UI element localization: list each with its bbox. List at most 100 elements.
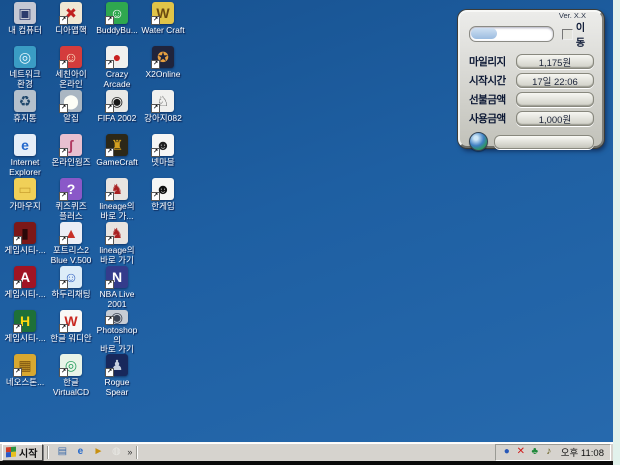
member-id-combobox[interactable] (469, 26, 554, 42)
shortcut-arrow-icon: ↗ (59, 60, 68, 69)
desktop-icon-label: FIFA 2002 (97, 113, 137, 123)
desktop-icon-crazy-arcade[interactable]: ● ↗ Crazy Arcade (94, 46, 140, 90)
shortcut-arrow-icon: ↗ (59, 368, 68, 377)
move-checkbox-group[interactable]: 이동 (561, 19, 594, 49)
desktop-icon-neostone[interactable]: ▦ ↗ 네오스톤... (2, 354, 48, 398)
desktop-icon-my-computer[interactable]: ▣ 내 컴퓨터 (2, 2, 48, 46)
move-checkbox[interactable] (561, 28, 573, 40)
desktop-icon-label: 가마우지 (9, 201, 41, 211)
recycle-bin-icon: ♻ (14, 90, 36, 112)
panel-action-button[interactable] (494, 134, 594, 149)
quick-launch-bar: ▤ e ► ◍ (53, 445, 125, 459)
desktop-icon-grid: ▣ 내 컴퓨터 ✖ ↗ 디아맵핵 ☺ ↗ BuddyBu... W ↗ Water Craft ◎ 네트… (2, 2, 188, 398)
volume-tray-icon[interactable]: ♪ (543, 446, 555, 458)
shortcut-arrow-icon: ↗ (151, 104, 160, 113)
desktop-icon-internet-explorer[interactable]: e Internet Explorer (2, 134, 48, 178)
hangul-wordian-icon: W ↗ (59, 310, 82, 333)
desktop-icon-buddybuddy[interactable]: ☺ ↗ BuddyBu... (94, 2, 140, 46)
rogue-spear-icon: ♟ ↗ (105, 354, 128, 377)
desktop-icon-label: NBA Live 2001 (99, 289, 135, 309)
desktop-icon-label: 알집 (63, 113, 79, 123)
desktop-icon-label: 하두리채팅 (51, 289, 91, 299)
desktop-icon-netmarble[interactable]: ☻ ↗ 넷마블 (140, 134, 186, 178)
desktop-icon-sechinai-online[interactable]: ☺ ↗ 세친아이 온라인 (48, 46, 94, 90)
internet-explorer-icon[interactable]: e (73, 445, 87, 459)
messenger-tray-icon[interactable]: ♣ (529, 446, 541, 458)
shortcut-arrow-icon: ↗ (105, 148, 114, 157)
desktop-icon-recycle-bin[interactable]: ♻ 휴지통 (2, 90, 48, 134)
desktop-icon-lineage-shortcut-2[interactable]: ♞ ↗ lineage의 바로 가기 (94, 222, 140, 266)
buddybuddy-icon: ☺ ↗ (105, 2, 128, 25)
desktop-icon-hangul-wordian[interactable]: W ↗ 한글 워디안 (48, 310, 94, 354)
desktop-icon-alzip[interactable]: ⬤ ↗ 알집 (48, 90, 94, 134)
my-computer-icon: ▣ (14, 2, 36, 24)
lineage-shortcut-2-icon: ♞ ↗ (105, 222, 128, 245)
desktop-icon-lineage-shortcut[interactable]: ♞ ↗ lineage의 바로 가... (94, 178, 140, 222)
desktop-icon-dog-082[interactable]: ♘ ↗ 강아지082 (140, 90, 186, 134)
desktop-icon-gamecity-3[interactable]: H ↗ 게임시티-... (2, 310, 48, 354)
network-neighborhood-icon: ◎ (14, 46, 36, 68)
desktop-icon-online-worms[interactable]: ʃ ↗ 온라인웜즈 (48, 134, 94, 178)
desktop-icon-dia-maphack[interactable]: ✖ ↗ 디아맵핵 (48, 2, 94, 46)
gamecraft-icon: ♜ ↗ (105, 134, 128, 157)
shortcut-arrow-icon: ↗ (59, 192, 68, 201)
internet-explorer-icon: e (14, 134, 36, 156)
system-tray: ● ✕ ♣ ♪ 오후 11:08 (494, 443, 611, 461)
panel-row-label-2: 선불금액 (469, 94, 506, 106)
desktop-icon-label: 넷마블 (151, 157, 175, 167)
shortcut-arrow-icon: ↗ (59, 280, 68, 289)
windows-flag-icon (6, 446, 16, 458)
desktop-icon-gamecity-2[interactable]: A ↗ 게임시티-... (2, 266, 48, 310)
taskbar: 시작 ▤ e ► ◍ » ● ✕ ♣ ♪ 오후 11:08 (0, 442, 613, 461)
start-button[interactable]: 시작 (2, 443, 44, 461)
media-player-icon[interactable]: ► (91, 445, 105, 459)
desktop-icon-fifa-2002[interactable]: ◉ ↗ FIFA 2002 (94, 90, 140, 134)
desktop-icon-label: 게임시티-... (4, 289, 46, 299)
quicklaunch-overflow-chevron[interactable]: » (127, 447, 132, 457)
billing-panel: Ver. X.X 이동 마일리지 1,175원 시작시간 17일 22:06 선불금액 사… (458, 10, 604, 151)
fortress2-blue-icon: ▲ ↗ (59, 222, 82, 245)
shortcut-arrow-icon: ↗ (151, 16, 160, 25)
desktop-icon-label: lineage의 바로 가기 (99, 245, 135, 265)
shortcut-arrow-icon: ↗ (13, 236, 22, 245)
desktop-icon-gamecity-1[interactable]: ▮ ↗ 게임시티-... (2, 222, 48, 266)
desktop-icon-hangul-virtualcd[interactable]: ◎ ↗ 한글 VirtualCD (48, 354, 94, 398)
desktop-icon-hangame[interactable]: ☻ ↗ 한게임 (140, 178, 186, 222)
shortcut-arrow-icon: ↗ (13, 324, 22, 333)
fifa-2002-icon: ◉ ↗ (105, 90, 128, 113)
haduri-chat-icon: ☺ ↗ (59, 266, 82, 289)
desktop-icon-gamecraft[interactable]: ♜ ↗ GameCraft (94, 134, 140, 178)
desktop-icon-quizquiz-plus[interactable]: ? ↗ 퀴즈퀴즈 플러스 (48, 178, 94, 222)
antivirus-tray-icon[interactable]: ✕ (515, 446, 527, 458)
panel-row-value-3: 1,000원 (515, 111, 594, 126)
desktop-icon-network-neighborhood[interactable]: ◎ 네트워크 환경 (2, 46, 48, 90)
outlook-express-icon[interactable]: ◍ (109, 445, 123, 459)
desktop-icon-label: Water Craft (141, 25, 185, 35)
shortcut-arrow-icon: ↗ (151, 148, 160, 157)
panel-row-value-2 (515, 92, 594, 107)
desktop-icon-haduri-chat[interactable]: ☺ ↗ 하두리채팅 (48, 266, 94, 310)
desktop-icon-x2online[interactable]: ✪ ↗ X2Online (140, 46, 186, 90)
shortcut-arrow-icon: ↗ (59, 236, 68, 245)
crazy-arcade-icon: ● ↗ (105, 46, 128, 69)
netmarble-icon: ☻ ↗ (151, 134, 174, 157)
gamecity-3-icon: H ↗ (13, 310, 36, 333)
desktop-icon-label: Rogue Spear (104, 377, 130, 397)
desktop-icon-water-craft[interactable]: W ↗ Water Craft (140, 2, 186, 46)
desktop-icon-label: 게임시티-... (4, 245, 46, 255)
desktop-icon-rogue-spear[interactable]: ♟ ↗ Rogue Spear (94, 354, 140, 398)
desktop-icon-photoshop-shortcut[interactable]: ◉ ↗ Photoshop의 바로 가기 (94, 310, 140, 354)
taskbar-separator-2 (136, 445, 139, 459)
desktop-icon-nba-live-2001[interactable]: N ↗ NBA Live 2001 (94, 266, 140, 310)
network-tray-icon[interactable]: ● (501, 446, 513, 458)
shortcut-arrow-icon: ↗ (105, 368, 114, 377)
desktop-icon-folder-gamauji[interactable]: ▭ 가마우지 (2, 178, 48, 222)
photo-bottom-edge (0, 461, 620, 465)
show-desktop-icon[interactable]: ▤ (55, 445, 69, 459)
move-checkbox-label: 이동 (575, 23, 586, 49)
nba-live-2001-icon: N ↗ (105, 266, 128, 289)
desktop-icon-fortress2-blue[interactable]: ▲ ↗ 포트리스2 Blue V.500 (48, 222, 94, 266)
globe-icon (469, 132, 488, 151)
shortcut-arrow-icon: ↗ (105, 60, 114, 69)
desktop-icon-label: X2Online (145, 69, 181, 79)
